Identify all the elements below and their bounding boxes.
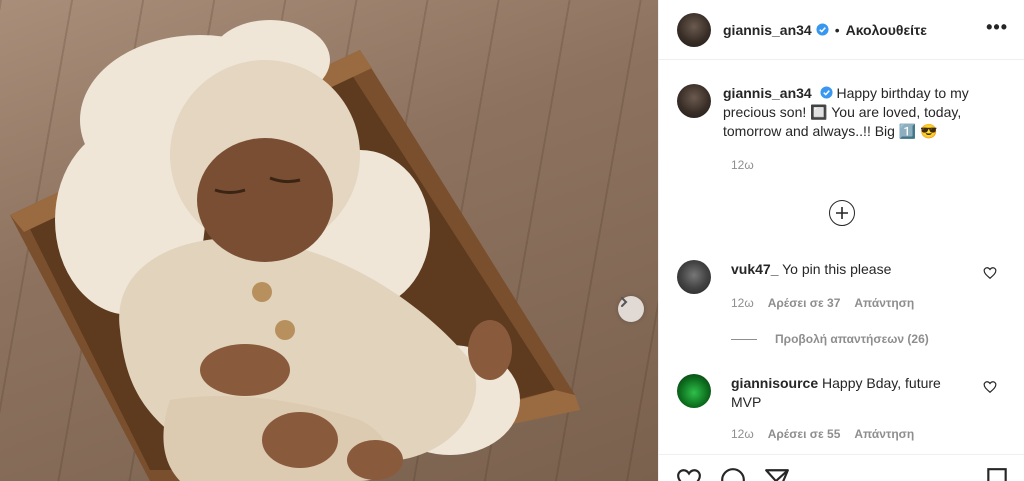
verified-badge-icon bbox=[820, 86, 833, 99]
caption-timestamp: 12ω bbox=[731, 158, 754, 172]
plus-icon bbox=[836, 207, 848, 219]
comment-time: 12ω bbox=[731, 296, 754, 310]
commenter-avatar[interactable] bbox=[677, 260, 711, 294]
separator-dot: • bbox=[834, 21, 840, 38]
view-replies-label: Προβολή απαντήσεων (26) bbox=[775, 332, 929, 346]
post-header: giannis_an34 • Ακολουθείτε ••• bbox=[659, 0, 1024, 60]
author-avatar[interactable] bbox=[677, 12, 711, 47]
comment-meta: 12ω Αρέσει σε 55 Απάντηση bbox=[731, 427, 914, 441]
comment-likes[interactable]: Αρέσει σε 55 bbox=[768, 427, 841, 441]
post-caption: giannis_an34 Happy birthday to my precio… bbox=[677, 84, 1017, 141]
comment-item: giannisource Happy Bday, future MVP bbox=[677, 374, 1017, 412]
baby-photo-illustration bbox=[10, 20, 580, 481]
verified-badge-icon bbox=[816, 23, 829, 36]
reply-button[interactable]: Απάντηση bbox=[854, 427, 914, 441]
comment-time: 12ω bbox=[731, 427, 754, 441]
follow-status-button[interactable]: Ακολουθείτε bbox=[846, 22, 927, 38]
post-sidebar: giannis_an34 • Ακολουθείτε ••• giannis_a… bbox=[658, 0, 1024, 481]
post-photo[interactable] bbox=[0, 0, 658, 481]
caption-author[interactable]: giannis_an34 bbox=[723, 85, 812, 101]
replies-divider bbox=[731, 338, 757, 340]
commenter-username[interactable]: giannisource bbox=[731, 375, 818, 391]
comment-item: vuk47_ Yo pin this please bbox=[677, 260, 1017, 294]
comment-meta: 12ω Αρέσει σε 37 Απάντηση bbox=[731, 296, 914, 310]
commenter-username[interactable]: vuk47_ bbox=[731, 261, 778, 277]
caption-body: giannis_an34 Happy birthday to my precio… bbox=[723, 84, 1013, 141]
comment-bubble-icon[interactable] bbox=[720, 467, 746, 481]
like-heart-icon[interactable] bbox=[983, 266, 997, 280]
comment-text: Yo pin this please bbox=[782, 261, 892, 277]
like-heart-icon[interactable] bbox=[983, 380, 997, 394]
bookmark-icon[interactable] bbox=[984, 467, 1010, 481]
more-options-icon[interactable]: ••• bbox=[986, 17, 1008, 38]
commenter-avatar[interactable] bbox=[677, 374, 711, 408]
load-more-comments-button[interactable] bbox=[829, 200, 855, 226]
share-paper-plane-icon[interactable] bbox=[764, 467, 790, 481]
chevron-right-icon bbox=[621, 297, 628, 307]
author-username[interactable]: giannis_an34 bbox=[723, 22, 812, 38]
next-photo-button[interactable] bbox=[618, 296, 644, 322]
comment-body: giannisource Happy Bday, future MVP bbox=[731, 374, 971, 412]
like-heart-icon[interactable] bbox=[676, 467, 702, 481]
comment-likes[interactable]: Αρέσει σε 37 bbox=[768, 296, 841, 310]
view-replies-button[interactable]: Προβολή απαντήσεων (26) bbox=[731, 332, 929, 346]
comment-body: vuk47_ Yo pin this please bbox=[731, 260, 971, 294]
caption-author-avatar[interactable] bbox=[677, 84, 711, 118]
reply-button[interactable]: Απάντηση bbox=[854, 296, 914, 310]
post-action-bar bbox=[658, 454, 1024, 481]
